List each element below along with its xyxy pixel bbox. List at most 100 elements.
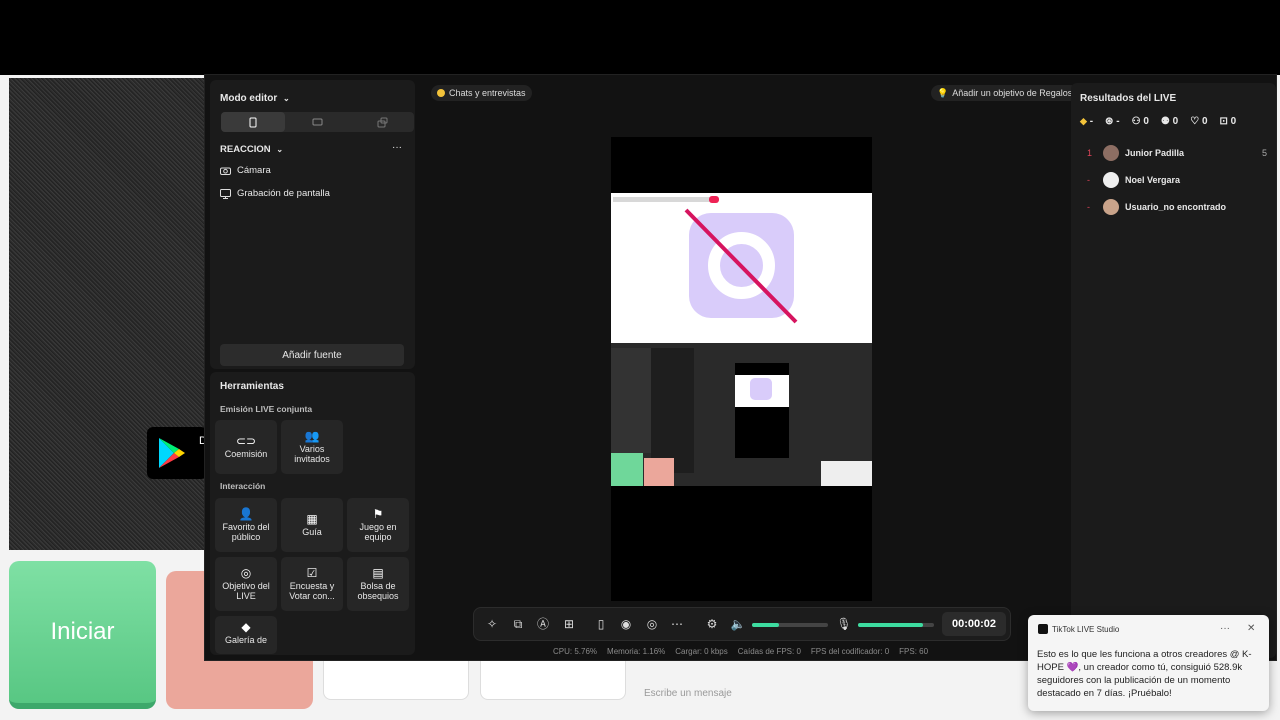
mode-label: Modo editor	[220, 93, 278, 104]
results-counters: ◆ - ⊛ - ⚇ 0 ⚉ 0 ♡ 0 ⊡ 0	[1080, 116, 1236, 127]
toast-app-name: TikTok LIVE Studio	[1052, 625, 1120, 634]
tool-label: Varios invitados	[294, 443, 330, 464]
sources-panel: Modo editor ⌄ REACCION ⌄ ··· Cámara Grab…	[210, 80, 415, 369]
camera-icon	[220, 167, 231, 175]
ai-icon[interactable]: Ⓐ	[535, 616, 551, 632]
screen-landscape-icon	[312, 118, 322, 126]
gift-icon: ⊡	[1219, 116, 1228, 127]
people-icon: 👥	[304, 428, 320, 443]
rank: 1	[1087, 148, 1093, 158]
rank: -	[1087, 175, 1090, 185]
nested-preview	[735, 363, 789, 458]
tool-label: Favorito del público	[222, 521, 270, 542]
memory-stat: Memoria: 1.16%	[607, 647, 666, 656]
microphone-icon[interactable]: 🎙	[836, 616, 852, 632]
lightbulb-icon: 💡	[937, 87, 949, 98]
message-input[interactable]: Escribe un mensaje	[636, 688, 1056, 710]
result-row[interactable]: 1 Junior Padilla 5	[1087, 144, 1267, 162]
add-frame-icon[interactable]: ⊞	[561, 616, 577, 632]
guide-button[interactable]: ▦ Guía	[281, 498, 343, 552]
team-game-button[interactable]: ⚑ Juego en equipo	[347, 498, 409, 552]
counter-value: -	[1089, 116, 1094, 127]
portrait-mode-button[interactable]	[221, 112, 285, 132]
start-button[interactable]: Iniciar	[9, 561, 156, 709]
user-name: Usuario_no encontrado	[1125, 202, 1227, 212]
microphone-volume-fill	[858, 623, 923, 627]
screen-share-icon[interactable]: ⧉	[510, 616, 526, 632]
tools-title: Herramientas	[220, 381, 284, 392]
more-options-icon[interactable]: ⋯	[669, 616, 685, 632]
avatar	[1103, 172, 1119, 188]
user-score: 5	[1261, 148, 1267, 158]
gift-bag-button[interactable]: ▤ Bolsa de obsequios	[347, 557, 409, 611]
dual-mode-button[interactable]	[350, 112, 414, 132]
tiktok-logo-icon	[1038, 624, 1048, 634]
gifts-counter: ⊡ 0	[1220, 116, 1237, 127]
google-play-badge[interactable]: D	[147, 427, 207, 479]
tool-label: Bolsa de obsequios	[357, 580, 399, 601]
chip-label: Añadir un objetivo de Regalos	[952, 88, 1073, 98]
speaker-volume-slider[interactable]	[752, 623, 828, 627]
toast-message: Esto es lo que les funciona a otros crea…	[1037, 649, 1252, 699]
microphone-volume-slider[interactable]	[858, 623, 934, 627]
link-icon: ⊂⊃	[235, 433, 257, 448]
guide-icon: ▦	[306, 511, 318, 526]
notification-toast[interactable]: TikTok LIVE Studio ··· ✕ Esto es lo que …	[1028, 615, 1269, 711]
fps-drop-stat: Caídas de FPS: 0	[737, 647, 801, 656]
live-timer: 00:00:02	[942, 612, 1006, 636]
poll-icon: ☑	[306, 565, 318, 580]
chats-interviews-chip[interactable]: Chats y entrevistas	[431, 85, 532, 101]
camera-switch-icon[interactable]: ◎	[644, 616, 660, 632]
source-item-screen-recording[interactable]: Grabación de pantalla	[220, 188, 330, 199]
nested-studio-capture	[611, 343, 872, 486]
fans-icon: 👤	[238, 506, 254, 521]
avatar	[1103, 145, 1119, 161]
toast-close-button[interactable]: ✕	[1247, 623, 1255, 634]
speaker-icon[interactable]: 🔈	[730, 616, 746, 632]
rank: -	[1087, 202, 1090, 212]
add-source-button[interactable]: Añadir fuente	[220, 344, 404, 366]
toast-more-button[interactable]: ···	[1220, 623, 1230, 634]
fan-favorite-button[interactable]: 👤 Favorito del público	[215, 498, 277, 552]
stream-preview[interactable]	[611, 137, 872, 601]
counter-value: -	[1116, 116, 1120, 127]
chat-bubble-icon	[437, 89, 445, 97]
monitor-icon	[220, 188, 231, 199]
landscape-mode-button[interactable]	[285, 112, 349, 132]
effects-wand-icon[interactable]: ✧	[484, 616, 500, 632]
poll-button[interactable]: ☑ Encuesta y Votar con...	[281, 557, 343, 611]
add-gift-goal-chip[interactable]: 💡 Añadir un objetivo de Regalos	[931, 85, 1079, 101]
scene-selector[interactable]: REACCION ⌄	[220, 144, 283, 155]
google-play-icon	[159, 438, 185, 468]
phone-icon[interactable]: ▯	[593, 616, 609, 632]
co-host-button[interactable]: ⊂⊃ Coemisión	[215, 420, 277, 474]
start-button-label: Iniciar	[50, 618, 115, 645]
results-title: Resultados del LIVE	[1080, 93, 1177, 104]
settings-sliders-icon[interactable]: ⚙	[704, 616, 720, 632]
counter-value: 0	[1143, 116, 1149, 127]
performance-stats: CPU: 5.76% Memoria: 1.16% Cargar: 0 kbps…	[553, 647, 953, 659]
gift-gallery-button[interactable]: ◆ Galería de	[215, 616, 277, 654]
result-row[interactable]: - Noel Vergara	[1087, 171, 1180, 189]
chevron-down-icon: ⌄	[276, 145, 284, 154]
diamond-counter: ◆ -	[1080, 116, 1093, 127]
source-item-camera[interactable]: Cámara	[220, 165, 271, 176]
heart-icon: ♡	[1190, 116, 1200, 127]
chip-label: Chats y entrevistas	[449, 88, 526, 98]
add-follower-icon: ⚉	[1160, 116, 1170, 127]
target-icon: ◎	[240, 565, 252, 580]
mode-selector[interactable]: Modo editor ⌄	[220, 93, 290, 104]
scene-more-button[interactable]: ···	[392, 142, 402, 153]
phone-portrait-icon	[249, 117, 257, 127]
multi-guest-button[interactable]: 👥 Varios invitados	[281, 420, 343, 474]
coin-counter: ⊛ -	[1105, 116, 1120, 127]
viewers-counter: ⚇ 0	[1132, 116, 1149, 127]
speaker-volume-fill	[752, 623, 779, 627]
nested-toast	[821, 461, 872, 486]
live-goal-button[interactable]: ◎ Objetivo del LIVE	[215, 557, 277, 611]
gift-bag-icon: ▤	[372, 565, 384, 580]
nested-logo	[750, 378, 772, 400]
result-row[interactable]: - Usuario_no encontrado	[1087, 198, 1226, 216]
record-icon[interactable]: ◉	[618, 616, 634, 632]
diamond-icon: ◆	[1080, 116, 1087, 126]
